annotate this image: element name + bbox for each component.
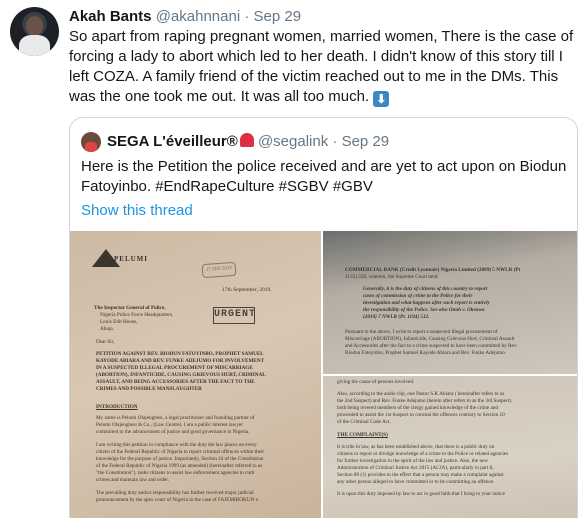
doc-line: of the Criminal Code Act. bbox=[337, 419, 391, 425]
doc-line: Pursuant to the above, I write to report… bbox=[345, 329, 498, 335]
quote-date: Sep 29 bbox=[341, 133, 390, 150]
doc-line: 1135) 558, wherein, the Supreme Court he… bbox=[345, 274, 439, 280]
doc-line: ASSAULT, AND BEING ACCESSORIES AFTER THE… bbox=[96, 379, 255, 385]
author-name[interactable]: Akah Bants bbox=[69, 8, 152, 25]
down-arrow-emoji-icon: ⬇ bbox=[373, 91, 390, 107]
logo-text: PELUMI bbox=[114, 255, 148, 263]
quote-images: PELUMI 17 SEP 2019 17th September, 2019.… bbox=[70, 231, 577, 518]
doc-line: crimes and maintain law and order. bbox=[96, 477, 169, 483]
petition-page-2-image[interactable]: COMMERCIAL BANK (Credit Lyonnais) Nigeri… bbox=[323, 231, 577, 374]
received-stamp: 17 SEP 2019 bbox=[201, 261, 237, 279]
doc-line: KAYODE ABIARA AND REV. FUNKE ADEJUMO FOR… bbox=[96, 358, 265, 364]
tweet-text-line: was the one took me out. It was all too … bbox=[69, 88, 370, 105]
doc-line: pronouncement by the apex court of Niger… bbox=[96, 497, 260, 503]
quote-text-line: Fatoyinbo. #EndRapeCulture #SGBV #GBV bbox=[81, 178, 373, 195]
tweet-text-line-last: was the one took me out. It was all too … bbox=[69, 87, 579, 107]
quote-author-avatar bbox=[81, 132, 101, 152]
doc-line: knowledge for the purpose of justice. Im… bbox=[96, 456, 264, 462]
petition-page-3-image[interactable]: giving the cause of persons involved. Al… bbox=[323, 376, 577, 518]
doc-line: and Accessories after the fact to a crim… bbox=[345, 343, 518, 349]
doc-line: investigation and what happens after suc… bbox=[363, 300, 490, 306]
doc-line: (2010) 7 NWLR (Pt. 1194) 512. bbox=[363, 314, 430, 320]
quote-text-line: Here is the Petition the police received… bbox=[81, 158, 567, 175]
tweet-text-line: left COZA. A family friend of the victim… bbox=[69, 68, 559, 85]
doc-line: I am writing this petition in compliance… bbox=[96, 442, 257, 448]
doc-heading: THE COMPLAINT(S) bbox=[337, 432, 388, 438]
doc-line: Abuja. bbox=[100, 326, 114, 332]
doc-line: It is upon this duty imposed by law to a… bbox=[337, 491, 505, 497]
doc-line: proceeded to assist the 1st Suspect to c… bbox=[337, 412, 505, 418]
doc-line: Pelumi Olajengbesi & Co., (Law Centre). … bbox=[96, 422, 243, 428]
law-firm-logo-icon bbox=[88, 249, 124, 277]
doc-line: for further investigation in the spirit … bbox=[337, 458, 489, 464]
avatar-body bbox=[19, 35, 50, 56]
doc-line: citizen of the Federal Republic of Niger… bbox=[96, 449, 265, 455]
doc-line: PETITION AGAINST REV. BIODUN FATOYINBO, … bbox=[96, 351, 264, 357]
doc-line: the 2nd Suspect) and Rev. Funke Adejumo … bbox=[337, 398, 512, 404]
doc-line: (ABORTION), INFANTICIDE, CAUSING GRIEVOU… bbox=[96, 372, 266, 378]
doc-line: citizens to report or divulge knowledge … bbox=[337, 451, 509, 457]
doc-line: "the Constitution"), tasks citizens to a… bbox=[96, 470, 255, 476]
doc-line: Dear Sir, bbox=[96, 339, 115, 345]
tweet-header: Akah Bants @akahnnani · Sep 29 bbox=[69, 7, 301, 27]
doc-line: Also, according to the audio clip, one P… bbox=[337, 391, 505, 397]
quote-header-separator: · bbox=[332, 133, 338, 150]
doc-line: Miscarriage (ABORTION), Infanticide, Cau… bbox=[345, 336, 515, 342]
author-avatar[interactable] bbox=[10, 7, 59, 56]
doc-line: cases of commission of crime to the Poli… bbox=[363, 293, 473, 299]
doc-line: Generally, it is the duty of citizens of… bbox=[363, 286, 488, 292]
doc-line: The prevailing duty and/or responsibilit… bbox=[96, 490, 254, 496]
doc-line: any other person alleged to have committ… bbox=[337, 479, 495, 485]
urgent-stamp: URGENT bbox=[213, 307, 255, 324]
doc-heading: INTRODUCTION bbox=[96, 404, 138, 410]
author-handle[interactable]: @akahnnani bbox=[156, 8, 240, 25]
doc-line: of the Federal Republic of Nigeria 1999 … bbox=[96, 463, 263, 469]
doc-line: The Inspector General of Police, bbox=[94, 305, 166, 311]
siren-emoji-icon bbox=[239, 133, 254, 147]
tweet-text-line: So apart from raping pregnant women, mar… bbox=[69, 28, 574, 45]
tweet[interactable]: Akah Bants @akahnnani · Sep 29 So apart … bbox=[0, 0, 588, 518]
tweet-text-line: forcing a lady to abort which led to her… bbox=[69, 48, 563, 65]
avatar-head bbox=[26, 16, 43, 36]
doc-line: CRIMES AND POSSIBLE MANSLAUGHTER bbox=[96, 386, 202, 392]
quote-header: SEGA L'éveilleur® @segalink · Sep 29 bbox=[107, 132, 389, 152]
doc-line: It is trite in law, as has been establis… bbox=[337, 444, 495, 450]
doc-line: Administration of Criminal Justice Act 2… bbox=[337, 465, 494, 471]
doc-line: committed to the advancement of justice … bbox=[96, 429, 250, 435]
doc-line: Biodun Fatoyinbo, Prophet Samuel Kayode … bbox=[345, 350, 507, 356]
quoted-tweet[interactable]: SEGA L'éveilleur® @segalink · Sep 29 Her… bbox=[69, 117, 578, 518]
doc-line: the responsibility of the Police. See al… bbox=[363, 307, 485, 313]
doc-line: giving the cause of persons involved. bbox=[337, 379, 415, 385]
quote-text: Here is the Petition the police received… bbox=[81, 157, 571, 197]
quote-author-name: SEGA L'éveilleur® bbox=[107, 133, 238, 150]
tweet-date[interactable]: Sep 29 bbox=[254, 8, 302, 25]
header-separator: · bbox=[244, 8, 250, 25]
doc-line: IN A SUSPECTED ILLEGAL PROCUREMENT OF MI… bbox=[96, 365, 253, 371]
doc-line: My name is Pelumi Olajengbesi, a legal p… bbox=[96, 415, 255, 421]
petition-page-1-image[interactable]: PELUMI 17 SEP 2019 17th September, 2019.… bbox=[70, 231, 321, 518]
quote-author-handle: @segalink bbox=[257, 133, 329, 150]
tweet-text: So apart from raping pregnant women, mar… bbox=[69, 27, 579, 107]
doc-line: both being revered members of the clergy… bbox=[337, 405, 498, 411]
doc-line: COMMERCIAL BANK (Credit Lyonnais) Nigeri… bbox=[345, 267, 521, 273]
doc-line: Louis Edit House, bbox=[100, 319, 138, 325]
show-thread-link[interactable]: Show this thread bbox=[81, 201, 193, 221]
doc-line: Section 88 (1) provides to the effect th… bbox=[337, 472, 504, 478]
doc-date: 17th September, 2019. bbox=[222, 287, 272, 293]
doc-line: Nigeria Police Force Headquarters, bbox=[100, 312, 174, 318]
